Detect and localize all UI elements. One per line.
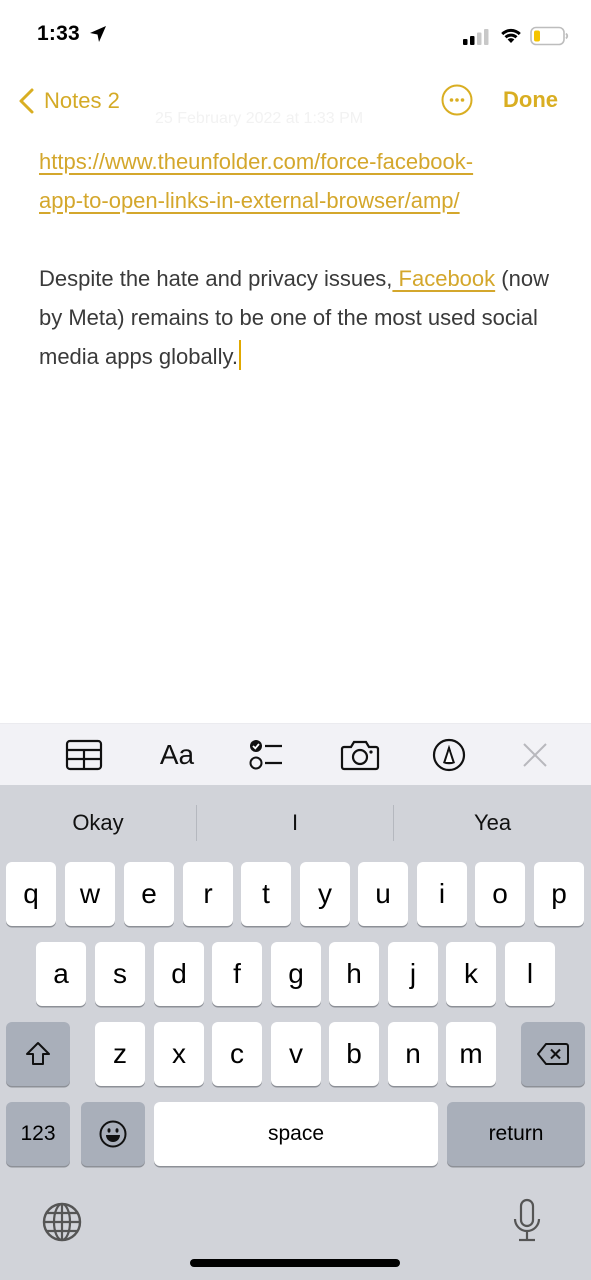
facebook-link[interactable]: Facebook [392, 266, 496, 291]
numbers-key[interactable]: 123 [6, 1102, 70, 1166]
delete-backward-icon [537, 1043, 569, 1065]
space-key[interactable]: space [154, 1102, 438, 1166]
format-button[interactable]: Aa [152, 738, 202, 772]
key-v[interactable]: v [271, 1022, 321, 1086]
markup-pen-icon [432, 738, 466, 772]
close-icon [523, 743, 547, 767]
delete-key[interactable] [521, 1022, 585, 1086]
key-d[interactable]: d [154, 942, 204, 1006]
table-button[interactable] [64, 738, 104, 772]
globe-icon[interactable] [40, 1200, 84, 1244]
shift-key[interactable] [6, 1022, 70, 1086]
return-key[interactable]: return [447, 1102, 585, 1166]
key-y[interactable]: y [300, 862, 350, 926]
format-label: Aa [159, 739, 195, 770]
key-m[interactable]: m [446, 1022, 496, 1086]
key-h[interactable]: h [329, 942, 379, 1006]
key-t[interactable]: t [241, 862, 291, 926]
key-q[interactable]: q [6, 862, 56, 926]
wifi-icon [501, 28, 521, 43]
key-k[interactable]: k [446, 942, 496, 1006]
back-label: Notes 2 [44, 88, 120, 113]
key-o[interactable]: o [475, 862, 525, 926]
shift-icon [26, 1042, 50, 1065]
close-toolbar-button[interactable] [518, 738, 552, 772]
home-indicator[interactable] [190, 1259, 400, 1267]
prediction-2[interactable]: I [197, 785, 393, 860]
text-cursor [238, 340, 241, 370]
key-l[interactable]: l [505, 942, 555, 1006]
prediction-1[interactable]: Okay [0, 785, 196, 860]
done-button[interactable]: Done [503, 87, 558, 113]
key-e[interactable]: e [124, 862, 174, 926]
key-j[interactable]: j [388, 942, 438, 1006]
key-w[interactable]: w [65, 862, 115, 926]
key-u[interactable]: u [358, 862, 408, 926]
note-date: 25 February 2022 at 1:33 PM [155, 110, 364, 127]
note-editor[interactable]: https://www.theunfolder.com/force-facebo… [39, 142, 559, 415]
back-button[interactable]: Notes 2 [16, 84, 120, 118]
camera-button[interactable] [338, 738, 382, 772]
emoji-key[interactable] [81, 1102, 145, 1166]
key-a[interactable]: a [36, 942, 86, 1006]
markup-button[interactable] [431, 738, 467, 772]
key-b[interactable]: b [329, 1022, 379, 1086]
key-g[interactable]: g [271, 942, 321, 1006]
key-s[interactable]: s [95, 942, 145, 1006]
key-p[interactable]: p [534, 862, 584, 926]
checklist-button[interactable] [246, 738, 288, 772]
status-time: 1:33 [37, 22, 80, 45]
article-link[interactable]: https://www.theunfolder.com/force-facebo… [39, 149, 473, 213]
predictive-bar: Okay I Yea [0, 785, 591, 860]
chevron-left-icon [19, 88, 34, 114]
ellipsis-circle-icon[interactable] [440, 83, 474, 117]
cellular-signal-icon [463, 29, 489, 45]
checklist-icon [249, 740, 282, 770]
location-arrow-icon [90, 26, 106, 42]
key-f[interactable]: f [212, 942, 262, 1006]
note-body-paragraph: Despite the hate and privacy issues, Fac… [39, 266, 549, 370]
key-r[interactable]: r [183, 862, 233, 926]
emoji-icon [99, 1120, 127, 1148]
note-link-paragraph: https://www.theunfolder.com/force-facebo… [39, 142, 559, 220]
table-icon [65, 739, 103, 771]
prediction-3[interactable]: Yea [394, 785, 591, 860]
notes-toolbar: Aa [0, 723, 591, 785]
key-c[interactable]: c [212, 1022, 262, 1086]
battery-low-icon [530, 26, 569, 46]
key-i[interactable]: i [417, 862, 467, 926]
key-z[interactable]: z [95, 1022, 145, 1086]
camera-icon [340, 740, 380, 771]
key-n[interactable]: n [388, 1022, 438, 1086]
keyboard: Okay I Yea q w e r t y u i o p a s d f g… [0, 785, 591, 1280]
status-bar: 1:33 [0, 0, 591, 70]
key-x[interactable]: x [154, 1022, 204, 1086]
microphone-icon[interactable] [510, 1197, 544, 1245]
